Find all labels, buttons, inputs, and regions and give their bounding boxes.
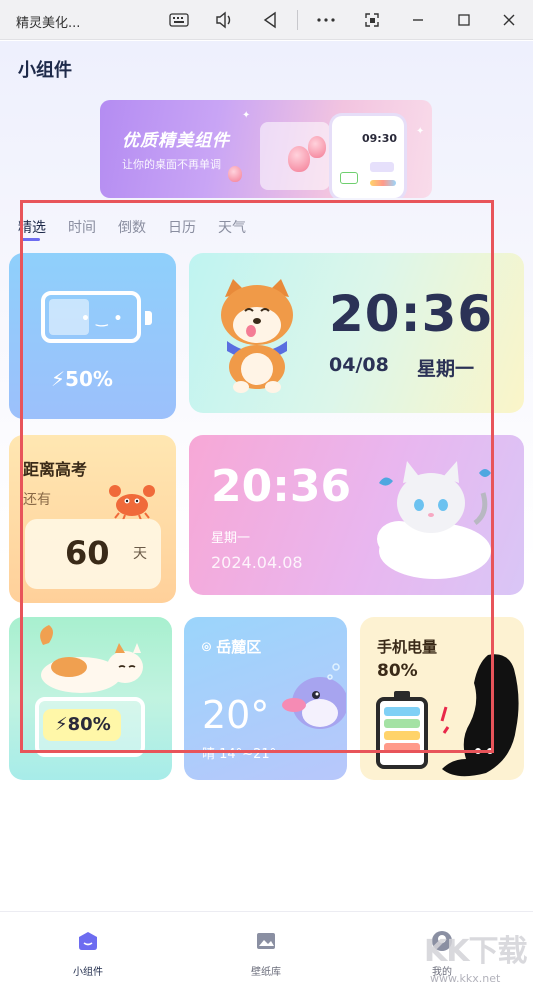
watermark-logo: KK下载 [424,934,527,969]
lightning-icon: ⚡ [51,367,66,391]
mini-battery-icon [340,172,358,184]
more-icon[interactable] [314,9,338,31]
tulip-decoration [228,166,242,182]
close-icon[interactable] [497,9,521,31]
keyboard-icon[interactable] [167,9,191,31]
titlebar-divider [297,10,298,30]
mini-bar-icon [370,162,394,172]
nav-item-wallpapers[interactable]: 壁纸库 [236,930,296,979]
crab-illustration [109,485,155,521]
sparkle-icon: ✦ [242,110,251,121]
nav-label: 小组件 [73,967,103,978]
screenshot-icon[interactable] [360,9,384,31]
volume-icon[interactable] [212,9,236,31]
tab-weather[interactable]: 天气 [218,217,246,237]
battery-level-bar [384,731,420,740]
nav-item-widgets[interactable]: 小组件 [58,930,118,979]
clock-date: 04/08 [329,354,389,376]
back-icon[interactable] [258,9,282,31]
clock-weekday: 星期一 [417,358,475,380]
minimize-icon[interactable] [406,9,430,31]
battery-level-bar [384,707,420,716]
widget-battery[interactable]: •‿• ⚡50% [9,253,176,419]
battery-percent: ⚡80% [55,714,111,735]
widget-cat-battery[interactable]: ⚡80% [9,617,172,780]
promo-banner[interactable]: 09:30 ✦ ✦ 优质精美组件 让你的桌面不再单调 [100,100,432,198]
tulip-decoration [308,136,326,158]
black-cat-illustration [440,654,519,777]
widget-icon [79,932,97,950]
active-tab-indicator [20,238,40,241]
window-titlebar: 精灵美化... [0,0,533,40]
banner-subtitle: 让你的桌面不再单调 [122,158,221,171]
tab-time[interactable]: 时间 [68,217,96,237]
lightning-icon: ⚡ [55,714,68,735]
countdown-unit: 天 [133,546,147,562]
countdown-title: 距离高考 [23,460,88,479]
location-pin-icon: ⌾ [202,638,212,656]
cloud-cat-illustration [377,461,491,579]
mini-color-bar [370,180,396,186]
countdown-subtitle: 还有 [23,492,51,508]
battery-level-bar [384,719,420,728]
battery-level-bar [384,743,420,752]
smiley-face-icon: •‿• [81,311,129,327]
weather-location: ⌾ 岳麓区 [202,638,262,656]
widget-clock-cat[interactable]: 20:36 星期一 2024.04.08 [189,435,524,595]
watermark-url: www.kkx.net [430,972,501,985]
phone-battery-percent: 80% [377,661,418,681]
tulip-decoration [288,146,310,172]
clock-date: 2024.04.08 [211,553,303,572]
wallpaper-icon [257,933,275,949]
widget-weather[interactable]: ⌾ 岳麓区 20° 晴 14°~21° [184,617,347,780]
battery-percent: ⚡50% [51,367,113,391]
widget-phone-battery[interactable]: 手机电量 80% [360,617,524,780]
window-title: 精灵美化... [16,16,81,31]
page-title: 小组件 [18,60,72,81]
battery-tip [145,311,152,325]
dolphin-illustration [282,663,346,729]
countdown-days: 60 [65,534,110,572]
widget-clock-dog[interactable]: 20:36 04/08 星期一 [189,253,524,413]
tab-countdown[interactable]: 倒数 [118,217,146,237]
clock-time: 20:36 [329,285,494,343]
weather-range: 晴 14°~21° [202,747,277,762]
clock-time: 20:36 [211,461,352,512]
widget-exam-countdown[interactable]: 距离高考 还有 60 天 [9,435,176,603]
tab-featured[interactable]: 精选 [18,217,46,237]
sparkle-icon: ✦ [416,126,425,137]
sleeping-cat-illustration [40,625,143,693]
shiba-dog-illustration [221,279,293,393]
nav-label: 壁纸库 [251,967,281,978]
banner-clock: 09:30 [362,132,398,145]
phone-battery-title: 手机电量 [377,638,438,656]
banner-title: 优质精美组件 [122,131,230,151]
tab-calendar[interactable]: 日历 [168,217,196,237]
maximize-icon[interactable] [452,9,476,31]
banner-phone-mockup [332,116,404,198]
clock-weekday: 星期一 [211,531,251,546]
weather-temperature: 20° [202,693,270,737]
